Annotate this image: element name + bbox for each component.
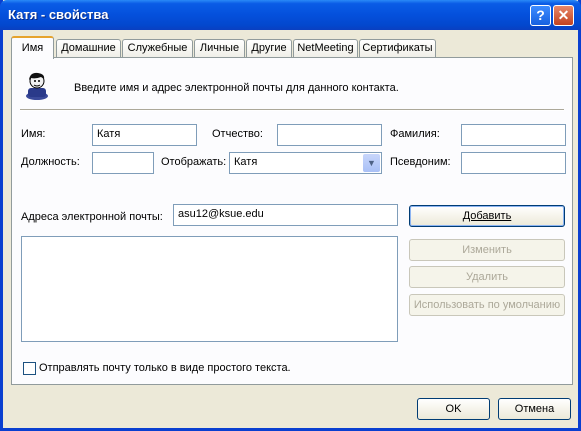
set-default-button[interactable]: Использовать по умолчанию	[409, 294, 565, 316]
tab-home[interactable]: Домашние	[56, 39, 121, 57]
tab-personal[interactable]: Личные	[194, 39, 245, 57]
plain-text-checkbox[interactable]	[23, 362, 36, 375]
first-name-field[interactable]: Катя	[92, 124, 197, 146]
ok-button[interactable]: OK	[417, 398, 490, 420]
plain-text-label[interactable]: Отправлять почту только в виде простого …	[39, 362, 291, 374]
first-name-label: Имя:	[21, 128, 46, 140]
email-list[interactable]	[21, 236, 398, 342]
window-title: Катя - свойства	[8, 7, 109, 22]
title-bar[interactable]: Катя - свойства ? ✕	[0, 0, 581, 30]
middle-name-label: Отчество:	[212, 128, 263, 140]
last-name-field[interactable]	[461, 124, 566, 146]
properties-window: Катя - свойства ? ✕ Имя Домашние Служебн…	[0, 0, 581, 431]
job-title-field[interactable]	[92, 152, 154, 174]
tab-netmeeting[interactable]: NetMeeting	[293, 39, 358, 57]
close-button[interactable]: ✕	[553, 5, 574, 26]
display-select-value: Катя	[234, 156, 258, 168]
tab-other[interactable]: Другие	[246, 39, 292, 57]
display-select[interactable]: Катя ▼	[229, 152, 382, 174]
last-name-label: Фамилия:	[390, 128, 440, 140]
middle-name-field[interactable]	[277, 124, 382, 146]
tab-business[interactable]: Служебные	[122, 39, 193, 57]
edit-email-button[interactable]: Изменить	[409, 239, 565, 261]
tab-panel-name: Введите имя и адрес электронной почты дл…	[11, 57, 573, 385]
intro-text: Введите имя и адрес электронной почты дл…	[74, 82, 399, 94]
add-email-button-label: Добавить	[462, 210, 512, 222]
tab-certificates[interactable]: Сертификаты	[359, 39, 436, 57]
cancel-button[interactable]: Отмена	[498, 398, 571, 420]
nickname-label: Псевдоним:	[390, 156, 451, 168]
job-title-label: Должность:	[21, 156, 80, 168]
chevron-down-icon[interactable]: ▼	[363, 154, 380, 172]
display-label: Отображать:	[161, 156, 227, 168]
email-label: Адреса электронной почты:	[21, 211, 163, 223]
contact-icon	[26, 72, 48, 100]
separator	[20, 109, 564, 111]
help-button[interactable]: ?	[530, 5, 551, 26]
remove-email-button[interactable]: Удалить	[409, 266, 565, 288]
tab-name[interactable]: Имя	[11, 36, 54, 59]
email-input[interactable]: asu12@ksue.edu	[173, 204, 398, 226]
add-email-button[interactable]: Добавить	[409, 205, 565, 227]
nickname-field[interactable]	[461, 152, 566, 174]
